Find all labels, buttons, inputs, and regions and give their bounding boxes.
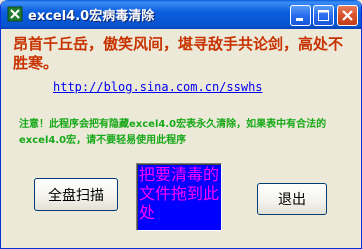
exit-button[interactable]: 退出 bbox=[257, 183, 327, 215]
window-title: excel4.0宏病毒清除 bbox=[28, 9, 155, 24]
full-scan-button[interactable]: 全盘扫描 bbox=[34, 178, 118, 211]
full-scan-label: 全盘扫描 bbox=[48, 187, 104, 204]
motto-text: 昂首千丘岳，傲笑风间，堪寻敌手共论剑，高处不胜寒。 bbox=[13, 35, 344, 72]
minimize-button[interactable] bbox=[290, 5, 311, 26]
exit-label: 退出 bbox=[278, 192, 306, 208]
excel-app-icon[interactable] bbox=[7, 6, 23, 22]
app-window: excel4.0宏病毒清除 昂首千丘岳，傲笑风间，堪寻敌手共论剑，高处不胜寒。 … bbox=[0, 0, 362, 249]
blog-link[interactable]: http://blog.sina.com.cn/sswhs bbox=[53, 80, 263, 94]
drop-zone-label: 把要清毒的文件拖到此处 bbox=[139, 165, 220, 222]
maximize-button[interactable] bbox=[313, 5, 334, 26]
warning-text: 注意！此程序会把有隐藏excel4.0宏表永久清除，如果表中有合法的excel4… bbox=[19, 119, 327, 146]
close-button[interactable] bbox=[337, 5, 358, 26]
title-bar[interactable]: excel4.0宏病毒清除 bbox=[1, 0, 361, 29]
file-drop-zone[interactable]: 把要清毒的文件拖到此处 bbox=[136, 163, 222, 231]
